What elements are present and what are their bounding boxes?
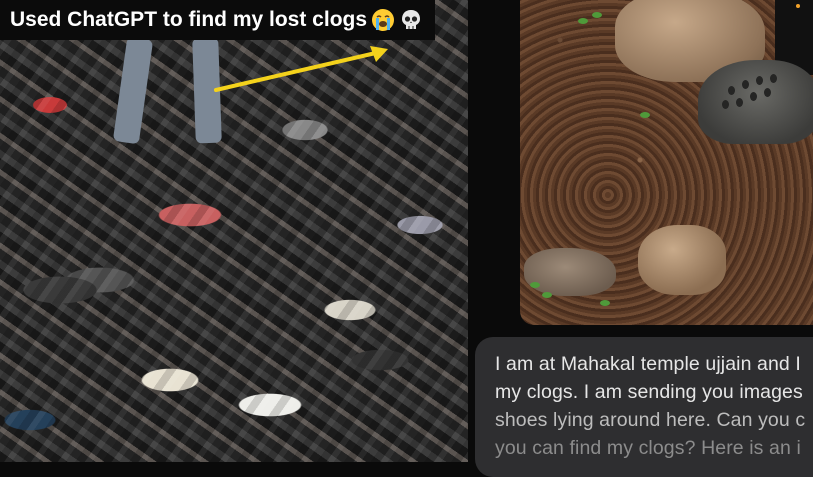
clog-hole (722, 100, 729, 109)
green-leaf (640, 112, 650, 118)
user-message-bubble: I am at Mahakal temple ujjain and I my c… (475, 337, 813, 477)
left-leg (112, 36, 154, 145)
rock (524, 248, 616, 296)
green-leaf (530, 282, 540, 288)
clog-hole (770, 74, 777, 83)
caption-text: Used ChatGPT to find my lost clogs (10, 8, 368, 31)
clog-hole (756, 76, 763, 85)
clog-hole (728, 86, 735, 95)
clog-hole (736, 98, 743, 107)
shoe-pile-photo (0, 0, 468, 462)
green-leaf (600, 300, 610, 306)
orange-dot (796, 4, 800, 8)
yellow-arrow-icon (214, 46, 388, 92)
clog-hole (750, 92, 757, 101)
loudly-crying-face-icon (372, 9, 395, 31)
grey-clog (698, 60, 813, 144)
message-line: shoes lying around here. Can you c (495, 409, 806, 431)
message-line: I am at Mahakal temple ujjain and I (495, 353, 801, 375)
clog-on-ground-photo (520, 0, 813, 325)
green-leaf (578, 18, 588, 24)
message-line: my clogs. I am sending you images (495, 381, 803, 403)
green-leaf (542, 292, 552, 298)
clog-hole (742, 80, 749, 89)
skull-icon (402, 10, 421, 29)
caption-bar: Used ChatGPT to find my lost clogs (0, 0, 436, 40)
rock (638, 225, 726, 295)
clog-hole (764, 88, 771, 97)
message-line: you can find my clogs? Here is an i (495, 437, 801, 459)
green-leaf (592, 12, 602, 18)
